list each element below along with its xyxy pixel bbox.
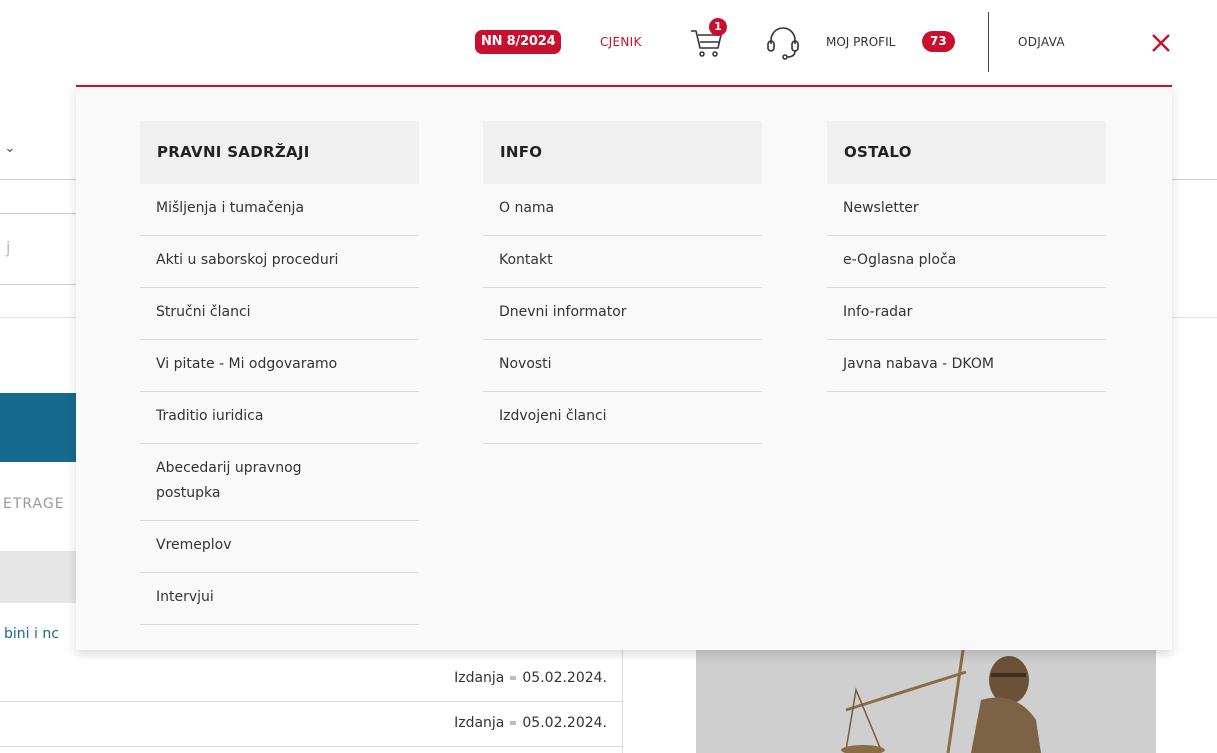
separator-dot: [510, 676, 517, 680]
menu-item-newsletter[interactable]: Newsletter: [827, 184, 1106, 236]
search-bottom-border: [0, 284, 76, 285]
menu-item-intervjui[interactable]: Intervjui: [140, 573, 419, 625]
cart-count-badge: 1: [709, 18, 727, 36]
table-row[interactable]: Izdanja 05.02.2024.: [0, 657, 622, 702]
menu-column-title: INFO: [483, 121, 762, 184]
menu-column-title: OSTALO: [827, 121, 1106, 184]
row-date: 05.02.2024.: [522, 670, 607, 686]
table-row[interactable]: Izdanja 05.02.2024.: [0, 702, 622, 747]
menu-item-o-nama[interactable]: O nama: [483, 184, 762, 236]
search-top-border: [0, 213, 76, 214]
chevron-down-icon[interactable]: ⌄: [4, 140, 16, 156]
close-icon: [1152, 34, 1170, 52]
separator-dot: [510, 721, 517, 725]
menu-item-misljenja[interactable]: Mišljenja i tumačenja: [140, 184, 419, 236]
menu-column-title: PRAVNI SADRŽAJI: [140, 121, 419, 184]
close-menu-button[interactable]: [1150, 32, 1172, 54]
menu-item-vremeplov[interactable]: Vremeplov: [140, 521, 419, 573]
nn-issue-badge[interactable]: NN 8/2024: [475, 30, 562, 54]
menu-column-pravni-sadrzaji: PRAVNI SADRŽAJI Mišljenja i tumačenja Ak…: [140, 121, 419, 625]
row-type: Izdanja: [454, 670, 505, 686]
menu-item-e-oglasna-ploca[interactable]: e-Oglasna ploča: [827, 236, 1106, 288]
menu-item-novosti[interactable]: Novosti: [483, 340, 762, 392]
header-divider: [988, 12, 989, 72]
pricing-link[interactable]: CJENIK: [600, 35, 642, 49]
filter-bar: [0, 551, 76, 603]
menu-item-abecedarij[interactable]: Abecedarij upravnog postupka: [140, 444, 419, 521]
logout-link[interactable]: ODJAVA: [1018, 35, 1065, 49]
search-input[interactable]: j: [6, 238, 10, 257]
justice-statue-image: [696, 650, 1156, 753]
menu-column-ostalo: OSTALO Newsletter e-Oglasna ploča Info-r…: [827, 121, 1106, 392]
article-link[interactable]: bini i nc: [4, 626, 59, 642]
menu-item-kontakt[interactable]: Kontakt: [483, 236, 762, 288]
menu-item-traditio[interactable]: Traditio iuridica: [140, 392, 419, 444]
row-type: Izdanja: [454, 715, 505, 731]
my-profile-link[interactable]: MOJ PROFIL: [826, 35, 895, 49]
menu-item-info-radar[interactable]: Info-radar: [827, 288, 1106, 340]
row-date: 05.02.2024.: [522, 715, 607, 731]
menu-column-info: INFO O nama Kontakt Dnevni informator No…: [483, 121, 762, 444]
top-header: NN 8/2024 CJENIK 1 MOJ PROFIL 73 ODJAVA: [0, 0, 1217, 86]
support-button[interactable]: [763, 22, 803, 62]
headset-icon: [767, 27, 799, 60]
menu-item-izdvojeni-clanci[interactable]: Izdvojeni članci: [483, 392, 762, 444]
advanced-search-link[interactable]: ETRAGE: [3, 496, 65, 512]
menu-item-strucni-clanci[interactable]: Stručni članci: [140, 288, 419, 340]
menu-item-dnevni-informator[interactable]: Dnevni informator: [483, 288, 762, 340]
column-divider: [622, 650, 623, 753]
menu-item-akti[interactable]: Akti u saborskoj proceduri: [140, 236, 419, 288]
search-button[interactable]: [0, 393, 76, 462]
cart-button[interactable]: 1: [688, 18, 728, 62]
profile-count-badge[interactable]: 73: [922, 31, 955, 52]
mega-menu: PRAVNI SADRŽAJI Mišljenja i tumačenja Ak…: [76, 85, 1172, 650]
menu-item-vi-pitate[interactable]: Vi pitate - Mi odgovaramo: [140, 340, 419, 392]
menu-item-javna-nabava[interactable]: Javna nabava - DKOM: [827, 340, 1106, 392]
